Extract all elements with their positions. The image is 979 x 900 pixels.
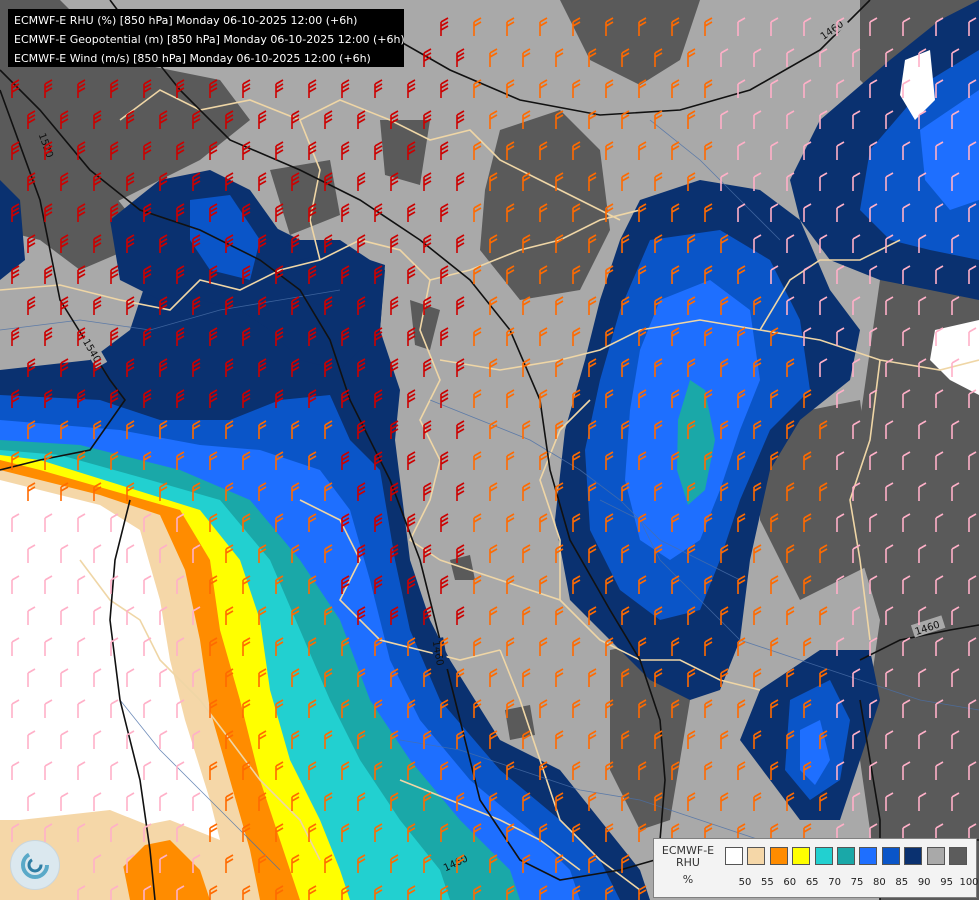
legend-tick-label: 80 [873,877,886,888]
legend-tick-label: 60 [783,877,797,888]
map-viewer: 1460 1520 1540 1460 1460 1460 ECMWF-E RH… [0,0,979,900]
legend-swatch [904,847,923,865]
legend-swatch [747,847,766,865]
legend-swatch [881,847,900,865]
color-legend: ECMWF-E RHU % 50 55 60 65 70 75 80 85 90 95 100 [653,838,979,898]
legend-swatch [814,847,833,865]
legend-swatch [792,847,811,865]
map-info-box: ECMWF-E RHU (%) [850 hPa] Monday 06-10-2… [8,9,405,67]
legend-title-variable: RHU [676,856,700,869]
legend-tick-label: 75 [850,877,864,888]
logo [10,840,60,890]
info-line-wind: ECMWF-E Wind (m/s) [850 hPa] Monday 06-1… [14,52,371,65]
legend-tick-label: 95 [940,877,953,888]
legend-swatch [859,847,878,865]
legend-tick-label: 55 [761,877,774,888]
legend-swatch [725,847,743,865]
legend-tick-label: 65 [805,877,819,888]
legend-swatch [949,847,967,865]
info-line-rhu: ECMWF-E RHU (%) [850 hPa] Monday 06-10-2… [14,14,358,27]
legend-swatch [769,847,788,865]
legend-tick-label: 85 [895,877,909,888]
legend-tick-label: 70 [828,877,841,888]
swirl-icon [21,851,49,879]
legend-tick-label: 90 [917,877,931,888]
info-line-geopotential: ECMWF-E Geopotential (m) [850 hPa] Monda… [14,33,405,46]
legend-swatch [926,847,945,865]
legend-tick-label: 50 [738,877,752,888]
weather-map[interactable]: 1460 1520 1540 1460 1460 1460 [0,0,979,900]
legend-unit: % [682,873,694,886]
legend-title: ECMWF-E RHU % [656,845,720,886]
legend-swatch [837,847,855,865]
legend-tick-label: 100 [959,877,979,888]
